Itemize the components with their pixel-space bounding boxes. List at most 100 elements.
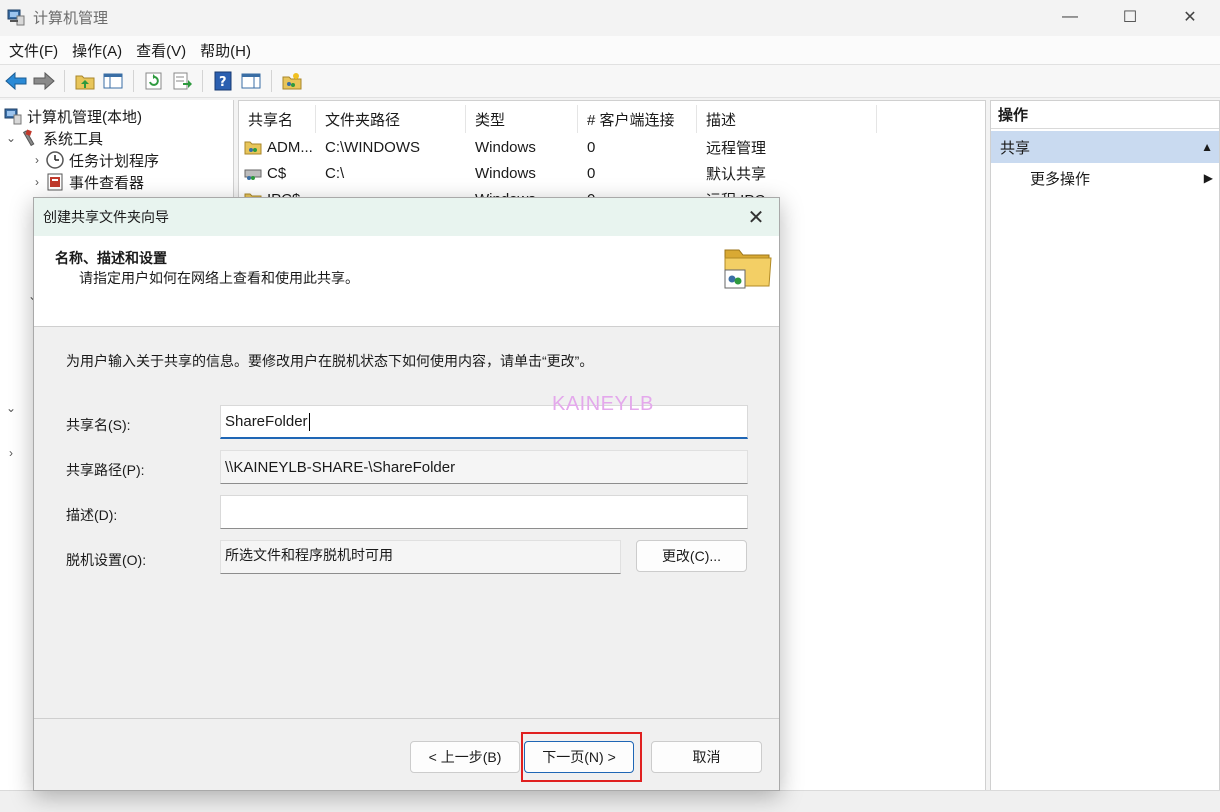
menu-bar: 文件(F) 操作(A) 查看(V) 帮助(H)	[0, 36, 1220, 64]
actions-group-shares[interactable]: 共享 ▲	[991, 131, 1219, 163]
computer-management-icon	[4, 107, 22, 125]
step-subtitle: 请指定用户如何在网络上查看和使用此共享。	[79, 270, 359, 286]
minimize-button[interactable]: —	[1040, 0, 1100, 34]
menu-file[interactable]: 文件(F)	[4, 40, 63, 61]
column-header-share-name[interactable]: 共享名	[239, 105, 316, 133]
dialog-header: 名称、描述和设置 请指定用户如何在网络上查看和使用此共享。	[34, 236, 779, 327]
cancel-button[interactable]: 取消	[651, 741, 762, 773]
offline-settings-field: 所选文件和程序脱机时可用	[220, 540, 621, 574]
folder-path: C:\	[325, 164, 345, 182]
watermark-text: KAINEYLB	[552, 393, 654, 415]
tree-item-label: 任务计划程序	[69, 152, 160, 170]
share-name: C$	[267, 164, 287, 182]
chevron-down-icon[interactable]: ⌄	[4, 401, 18, 415]
table-row[interactable]: ADM... C:\WINDOWS Windows 0 远程管理	[239, 134, 985, 160]
share-type: Windows	[475, 164, 536, 182]
description-label: 描述(D):	[66, 507, 118, 523]
share-type: Windows	[475, 138, 536, 156]
share-description: 远程管理	[706, 139, 767, 157]
new-share-icon[interactable]	[280, 69, 304, 93]
text-caret	[308, 412, 310, 431]
share-path-field: \\KAINEYLB-SHARE-\ShareFolder	[220, 450, 748, 484]
actions-title: 操作	[991, 101, 1219, 129]
client-connections: 0	[587, 164, 596, 182]
offline-settings-label: 脱机设置(O):	[66, 552, 147, 568]
share-name-input[interactable]: ShareFolder	[220, 405, 748, 439]
share-name-value: ShareFolder	[225, 413, 308, 430]
tree-item-event-viewer[interactable]: › 事件查看器	[30, 171, 144, 193]
system-tools-icon	[20, 129, 38, 147]
status-bar	[0, 790, 1220, 812]
actions-pane: 操作 共享 ▲ 更多操作 ▶	[990, 100, 1220, 812]
step-title: 名称、描述和设置	[55, 250, 167, 266]
tree-item-storage[interactable]: ⌄	[4, 397, 18, 419]
clock-icon	[46, 151, 64, 169]
help-icon[interactable]: ?	[211, 69, 235, 93]
menu-help[interactable]: 帮助(H)	[195, 40, 256, 61]
actions-group-label: 共享	[1000, 139, 1031, 157]
maximize-button[interactable]: ☐	[1100, 0, 1160, 34]
refresh-icon[interactable]	[142, 69, 166, 93]
next-button-highlight-box	[521, 732, 642, 782]
tree-item-computer-management[interactable]: 计算机管理(本地)	[4, 105, 142, 127]
collapse-triangle-icon[interactable]: ▲	[1201, 140, 1213, 154]
column-header-type[interactable]: 类型	[466, 105, 578, 133]
client-connections: 0	[587, 138, 596, 156]
shared-folder-icon	[244, 139, 262, 155]
window-title: 计算机管理	[33, 9, 109, 27]
share-path-label: 共享路径(P):	[66, 462, 145, 478]
tree-item-task-scheduler[interactable]: › 任务计划程序	[30, 149, 159, 171]
show-hide-tree-icon[interactable]	[101, 69, 125, 93]
back-button[interactable]: < 上一步(B)	[410, 741, 520, 773]
up-folder-icon[interactable]	[73, 69, 97, 93]
dialog-body: 为用户输入关于共享的信息。要修改用户在脱机状态下如何使用内容，请单击“更改”。 …	[34, 327, 779, 719]
dialog-title: 创建共享文件夹向导	[43, 209, 169, 225]
folder-path: C:\WINDOWS	[325, 138, 420, 156]
chevron-down-icon[interactable]: ⌄	[4, 131, 18, 145]
dialog-title-bar: 创建共享文件夹向导 ✕	[34, 198, 779, 236]
column-header-folder-path[interactable]: 文件夹路径	[316, 105, 466, 133]
show-action-pane-icon[interactable]	[239, 69, 263, 93]
close-button[interactable]: ✕	[1160, 0, 1220, 34]
tree-item-label: 计算机管理(本地)	[27, 108, 142, 126]
export-list-icon[interactable]	[170, 69, 194, 93]
tree-item-services[interactable]: ›	[4, 442, 18, 464]
menu-action[interactable]: 操作(A)	[67, 40, 127, 61]
toolbar-separator	[202, 70, 203, 92]
share-name-label: 共享名(S):	[66, 417, 131, 433]
create-shared-folder-wizard: 创建共享文件夹向导 ✕ 名称、描述和设置 请指定用户如何在网络上查看和使用此共享…	[33, 197, 780, 791]
change-button[interactable]: 更改(C)...	[636, 540, 747, 572]
title-bar: 计算机管理 — ☐ ✕	[0, 0, 1220, 34]
chevron-right-icon[interactable]: ›	[4, 446, 18, 460]
dialog-instructions: 为用户输入关于共享的信息。要修改用户在脱机状态下如何使用内容，请单击“更改”。	[66, 353, 594, 369]
tree-item-label: 事件查看器	[69, 174, 145, 192]
svg-text:?: ?	[219, 75, 227, 90]
shared-drive-icon	[244, 165, 262, 181]
column-header-client-connections[interactable]: # 客户端连接	[578, 105, 697, 133]
event-viewer-icon	[46, 173, 64, 191]
chevron-right-icon[interactable]: ›	[30, 175, 44, 189]
tree-item-label: 系统工具	[43, 130, 104, 148]
toolbar: ?	[0, 64, 1220, 98]
more-actions-item[interactable]: 更多操作 ▶	[991, 163, 1219, 193]
toolbar-separator	[133, 70, 134, 92]
share-name: ADM...	[267, 138, 313, 156]
table-row[interactable]: C$ C:\ Windows 0 默认共享	[239, 160, 985, 186]
dialog-close-icon[interactable]: ✕	[745, 206, 767, 229]
column-header-description[interactable]: 描述	[697, 105, 877, 133]
chevron-right-icon[interactable]: ›	[30, 153, 44, 167]
more-actions-label: 更多操作	[1030, 170, 1091, 188]
tree-item-system-tools[interactable]: ⌄ 系统工具	[4, 127, 103, 149]
menu-view[interactable]: 查看(V)	[131, 40, 191, 61]
description-input[interactable]	[220, 495, 748, 529]
toolbar-separator	[271, 70, 272, 92]
back-arrow-icon[interactable]	[4, 69, 28, 93]
list-header: 共享名 文件夹路径 类型 # 客户端连接 描述	[239, 105, 985, 133]
forward-arrow-icon[interactable]	[32, 69, 56, 93]
submenu-arrow-icon: ▶	[1203, 171, 1213, 185]
share-description: 默认共享	[706, 165, 767, 183]
dialog-footer: < 上一步(B) 下一页(N) > 取消	[34, 718, 779, 790]
toolbar-separator	[64, 70, 65, 92]
shared-folder-icon	[723, 244, 773, 290]
computer-management-icon	[7, 8, 25, 26]
